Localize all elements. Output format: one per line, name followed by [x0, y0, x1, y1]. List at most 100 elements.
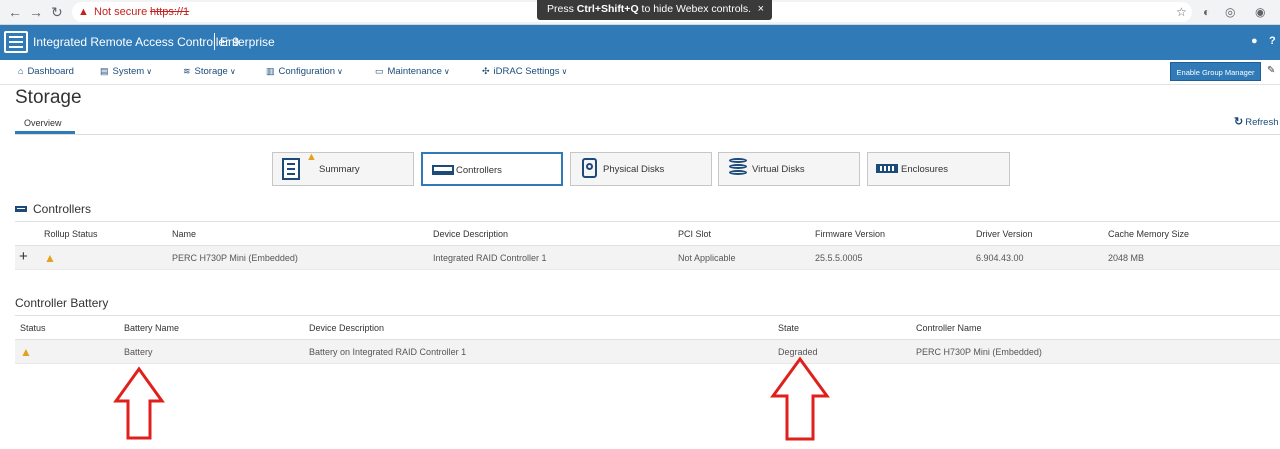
menu-idrac-settings[interactable]: ✣ iDRAC Settings ∨ [482, 66, 567, 77]
bookmark-star-icon[interactable]: ☆ [1176, 5, 1187, 19]
col-battery-name: Battery Name [124, 323, 180, 333]
chevron-down-icon: ∨ [443, 67, 450, 76]
controller-description: Integrated RAID Controller 1 [433, 253, 547, 263]
enclosures-button[interactable]: Enclosures [867, 152, 1010, 186]
table-row[interactable]: ▲ Battery Battery on Integrated RAID Con… [15, 340, 1280, 364]
enclosure-icon [876, 164, 898, 173]
idrac-logo-icon [4, 31, 28, 53]
not-secure-label: Not secure [94, 6, 148, 18]
system-icon: ▤ [100, 66, 109, 76]
refresh-link[interactable]: ↻ Refresh [1234, 115, 1278, 128]
user-icon[interactable]: ● [1251, 35, 1258, 47]
col-name: Name [172, 229, 197, 239]
app-header: Integrated Remote Access Controller 9 En… [0, 25, 1280, 60]
menu-dashboard-label: Dashboard [27, 66, 74, 77]
virtual-disks-button[interactable]: Virtual Disks [718, 152, 860, 186]
table-row[interactable]: + ▲ PERC H730P Mini (Embedded) Integrate… [15, 246, 1280, 270]
menu-storage-label: Storage [194, 66, 228, 77]
annotation-arrow-icon [113, 366, 165, 440]
app-title: Integrated Remote Access Controller 9 [33, 35, 240, 49]
annotation-arrow-icon [770, 356, 830, 441]
settings-icon: ✣ [482, 66, 490, 76]
tab-overview[interactable]: Overview [15, 116, 75, 134]
controller-driver: 6.904.43.00 [976, 253, 1024, 263]
controller-cache: 2048 MB [1108, 253, 1145, 263]
controllers-title-text: Controllers [33, 202, 92, 216]
summary-label: Summary [319, 164, 360, 175]
physical-disks-button[interactable]: Physical Disks [570, 152, 712, 186]
battery-description: Battery on Integrated RAID Controller 1 [309, 347, 467, 357]
col-cache-memory: Cache Memory Size [1108, 229, 1190, 239]
battery-table-header: Status Battery Name Device Description S… [15, 315, 1280, 340]
refresh-label: Refresh [1245, 117, 1279, 128]
enclosures-label: Enclosures [901, 164, 948, 175]
chevron-down-icon: ∨ [561, 67, 568, 76]
reload-icon[interactable]: ↻ [51, 4, 63, 20]
menu-idrac-settings-label: iDRAC Settings [493, 66, 560, 77]
webex-text-prefix: Press [547, 3, 577, 15]
virtual-disk-icon [729, 158, 747, 178]
storage-icon: ≋ [183, 66, 191, 76]
controllers-label: Controllers [456, 165, 502, 176]
extension-icon-2[interactable]: ◎ [1225, 5, 1235, 19]
home-icon: ⌂ [18, 66, 24, 76]
col-state: State [778, 323, 800, 333]
warning-icon: ▲ [44, 251, 56, 265]
menu-maintenance-label: Maintenance [387, 66, 442, 77]
battery-name: Battery [124, 347, 153, 357]
warning-icon: ▲ [78, 6, 89, 18]
controllers-table-header: Rollup Status Name Device Description PC… [15, 221, 1280, 246]
configuration-icon: ▥ [266, 66, 275, 76]
summary-button[interactable]: ▲ Summary [272, 151, 414, 186]
chevron-down-icon: ∨ [146, 67, 153, 76]
physical-disks-label: Physical Disks [603, 164, 665, 175]
app-edition: Enterprise [220, 35, 275, 49]
webex-close-icon[interactable]: × [758, 0, 764, 18]
menu-maintenance[interactable]: ▭ Maintenance ∨ [375, 66, 450, 77]
controller-icon [15, 206, 27, 212]
battery-controller-name: PERC H730P Mini (Embedded) [916, 347, 1042, 357]
controller-icon [432, 165, 454, 175]
extension-icon[interactable]: ◐ [1203, 5, 1210, 19]
menu-configuration[interactable]: ▥ Configuration ∨ [266, 66, 343, 77]
menu-configuration-label: Configuration [278, 66, 336, 77]
warning-icon: ▲ [306, 151, 317, 163]
col-pci-slot: PCI Slot [678, 229, 712, 239]
webex-banner: Press Ctrl+Shift+Q to hide Webex control… [537, 0, 772, 20]
menu-dashboard[interactable]: ⌂ Dashboard [18, 66, 74, 77]
menu-system-label: System [112, 66, 145, 77]
tab-divider [15, 134, 1280, 135]
col-controller-name: Controller Name [916, 323, 982, 333]
controllers-button[interactable]: Controllers [421, 152, 563, 186]
webex-keys: Ctrl+Shift+Q [576, 3, 639, 15]
battery-section-title: Controller Battery [15, 296, 109, 310]
profile-icon[interactable]: ◉ [1255, 5, 1265, 19]
menu-storage[interactable]: ≋ Storage ∨ [183, 66, 236, 77]
col-status: Status [20, 323, 46, 333]
controller-pci-slot: Not Applicable [678, 253, 736, 263]
warning-icon: ▲ [20, 345, 32, 359]
virtual-disks-label: Virtual Disks [752, 164, 805, 175]
title-divider [214, 33, 215, 50]
chevron-down-icon: ∨ [229, 67, 236, 76]
pin-icon[interactable]: ✎ [1267, 65, 1275, 76]
webex-text-suffix: to hide Webex controls. [638, 3, 752, 15]
controller-name: PERC H730P Mini (Embedded) [172, 253, 298, 263]
forward-icon[interactable]: → [29, 4, 43, 20]
help-icon[interactable]: ? [1269, 35, 1276, 47]
col-firmware-version: Firmware Version [815, 229, 886, 239]
menu-system[interactable]: ▤ System ∨ [100, 66, 152, 77]
physical-disk-icon [582, 158, 597, 178]
url-text: https://1 [150, 6, 190, 18]
col-driver-version: Driver Version [976, 229, 1033, 239]
col-device-description: Device Description [433, 229, 509, 239]
back-icon[interactable]: ← [8, 4, 22, 20]
summary-icon [282, 158, 300, 180]
browser-toolbar: ← → ↻ ▲ Not secure https://1 ☆ ◐ ◎ ◉ Pre… [0, 0, 1280, 25]
refresh-icon: ↻ [1234, 116, 1244, 128]
col-rollup-status: Rollup Status [44, 229, 98, 239]
chevron-down-icon: ∨ [337, 67, 343, 76]
expand-button[interactable]: + [19, 248, 28, 265]
page-title: Storage [15, 87, 82, 108]
enable-group-manager-button[interactable]: Enable Group Manager [1170, 62, 1261, 81]
